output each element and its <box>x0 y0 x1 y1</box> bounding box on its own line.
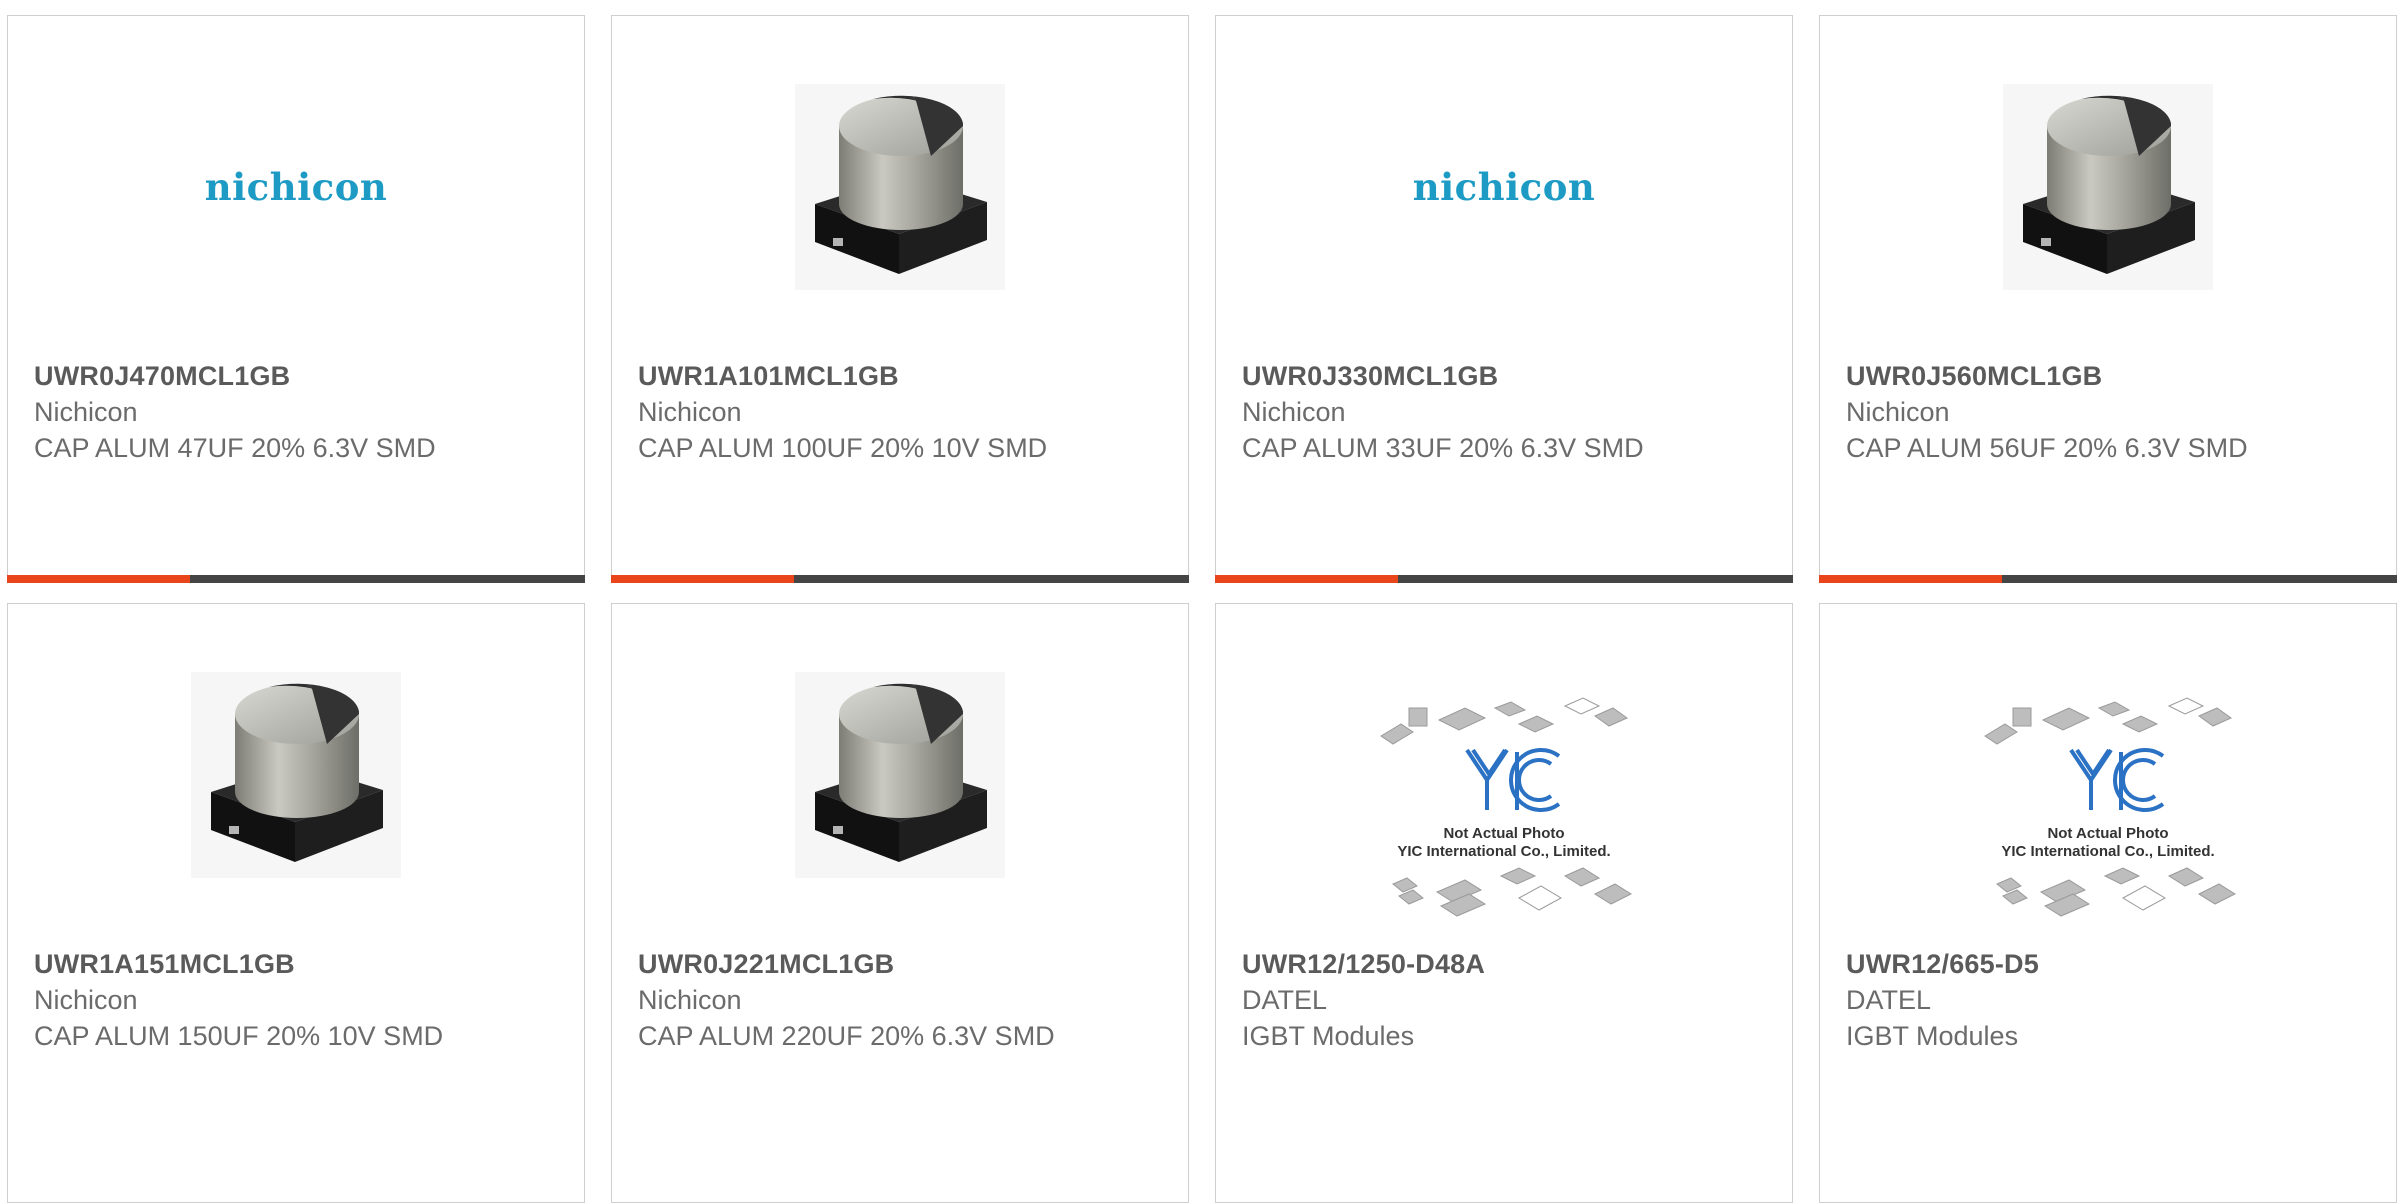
product-card[interactable]: Not Actual Photo YIC International Co., … <box>1215 603 1793 1203</box>
placeholder-caption-2: YIC International Co., Limited. <box>2001 843 2214 860</box>
smd-capacitor-photo <box>795 84 1005 290</box>
product-card[interactable]: UWR1A101MCL1GB Nichicon CAP ALUM 100UF 2… <box>611 15 1189 583</box>
part-number[interactable]: UWR1A101MCL1GB <box>638 358 1068 394</box>
part-number[interactable]: UWR0J470MCL1GB <box>34 358 464 394</box>
card-accent-bar <box>1215 575 1398 583</box>
description: CAP ALUM 100UF 20% 10V SMD <box>638 433 1048 463</box>
product-image[interactable]: Not Actual Photo YIC International Co., … <box>1820 694 2396 934</box>
description: CAP ALUM 47UF 20% 6.3V SMD <box>34 433 436 463</box>
part-number[interactable]: UWR0J330MCL1GB <box>1242 358 1672 394</box>
product-image[interactable] <box>1820 84 2396 290</box>
product-image[interactable] <box>612 84 1188 290</box>
card-footer-bar <box>1819 575 2397 583</box>
manufacturer: DATEL <box>1846 985 1932 1015</box>
part-number[interactable]: UWR0J560MCL1GB <box>1846 358 2276 394</box>
product-image[interactable]: nichicon <box>1216 84 1792 290</box>
product-image[interactable]: nichicon <box>8 84 584 290</box>
manufacturer: Nichicon <box>34 397 138 427</box>
placeholder-caption-1: Not Actual Photo <box>2047 825 2168 842</box>
manufacturer: Nichicon <box>1846 397 1950 427</box>
product-card[interactable]: nichicon UWR0J330MCL1GB Nichicon CAP ALU… <box>1215 15 1793 583</box>
card-footer-bar <box>7 575 585 583</box>
product-image[interactable]: Not Actual Photo YIC International Co., … <box>1216 694 1792 934</box>
product-card[interactable]: UWR1A151MCL1GB Nichicon CAP ALUM 150UF 2… <box>7 603 585 1203</box>
smd-capacitor-photo <box>795 672 1005 878</box>
part-number[interactable]: UWR0J221MCL1GB <box>638 946 1068 982</box>
card-footer-bar <box>611 575 1189 583</box>
manufacturer: DATEL <box>1242 985 1328 1015</box>
yic-placeholder-image: Not Actual Photo YIC International Co., … <box>1984 697 2237 917</box>
product-card[interactable]: UWR0J221MCL1GB Nichicon CAP ALUM 220UF 2… <box>611 603 1189 1203</box>
placeholder-caption-2: YIC International Co., Limited. <box>1397 843 1610 860</box>
part-number[interactable]: UWR12/665-D5 <box>1846 946 2276 982</box>
description: IGBT Modules <box>1846 1021 2019 1051</box>
description: CAP ALUM 56UF 20% 6.3V SMD <box>1846 433 2248 463</box>
product-card[interactable]: UWR0J560MCL1GB Nichicon CAP ALUM 56UF 20… <box>1819 15 2397 583</box>
product-image[interactable] <box>612 672 1188 878</box>
placeholder-caption-1: Not Actual Photo <box>1443 825 1564 842</box>
manufacturer: Nichicon <box>1242 397 1346 427</box>
yic-placeholder-image: Not Actual Photo YIC International Co., … <box>1380 697 1633 917</box>
description: CAP ALUM 33UF 20% 6.3V SMD <box>1242 433 1644 463</box>
product-card[interactable]: Not Actual Photo YIC International Co., … <box>1819 603 2397 1203</box>
smd-capacitor-photo <box>191 672 401 878</box>
card-accent-bar <box>1819 575 2002 583</box>
description: CAP ALUM 150UF 20% 10V SMD <box>34 1021 444 1051</box>
part-number[interactable]: UWR1A151MCL1GB <box>34 946 464 982</box>
description: IGBT Modules <box>1242 1021 1415 1051</box>
manufacturer: Nichicon <box>34 985 138 1015</box>
manufacturer: Nichicon <box>638 397 742 427</box>
product-grid: nichicon UWR0J470MCL1GB Nichicon CAP ALU… <box>7 15 2399 1203</box>
product-card[interactable]: nichicon UWR0J470MCL1GB Nichicon CAP ALU… <box>7 15 585 583</box>
manufacturer: Nichicon <box>638 985 742 1015</box>
product-image[interactable] <box>8 672 584 878</box>
nichicon-logo: nichicon <box>204 165 388 209</box>
description: CAP ALUM 220UF 20% 6.3V SMD <box>638 1021 1055 1051</box>
smd-capacitor-photo <box>2003 84 2213 290</box>
nichicon-logo: nichicon <box>1412 165 1596 209</box>
part-number[interactable]: UWR12/1250-D48A <box>1242 946 1672 982</box>
card-accent-bar <box>7 575 190 583</box>
card-accent-bar <box>611 575 794 583</box>
card-footer-bar <box>1215 575 1793 583</box>
